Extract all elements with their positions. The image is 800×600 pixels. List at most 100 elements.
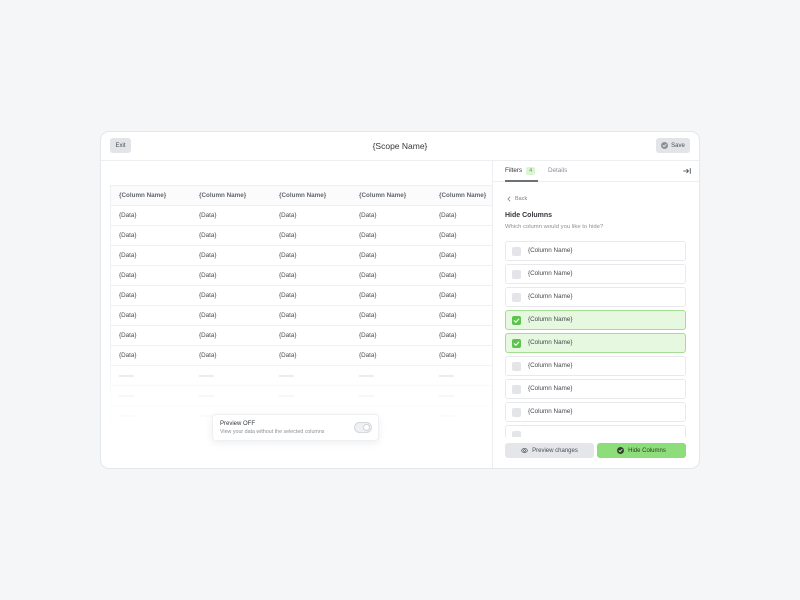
hide-columns-button[interactable]: Hide Columns [597, 443, 686, 458]
checkbox[interactable] [512, 384, 521, 394]
tab-details-label: Details [548, 167, 568, 174]
table-cell: {Data} [359, 212, 377, 219]
exit-button[interactable]: Exit [110, 138, 131, 153]
table-row: {Data} {Data} {Data} {Data} {Data} [111, 345, 492, 365]
scope-title: {Scope Name} [372, 141, 428, 151]
column-option[interactable]: {Column Name} [505, 310, 686, 330]
column-option[interactable]: {Column Name} [505, 379, 686, 399]
checkbox[interactable] [512, 407, 521, 417]
column-option-label: {Column Name} [528, 339, 573, 346]
skeleton-cell [111, 366, 191, 385]
column-option[interactable]: {Column Name} [505, 264, 686, 284]
checkbox[interactable] [512, 292, 521, 302]
preview-toggle[interactable] [354, 422, 372, 433]
table-cell: {Data} [119, 332, 137, 339]
checkbox[interactable] [512, 430, 521, 437]
column-header[interactable]: {Column Name} [191, 186, 271, 205]
checkbox[interactable] [512, 338, 521, 348]
column-header[interactable]: {Column Name} [271, 186, 351, 205]
dialog-header: Exit {Scope Name} Save [101, 132, 699, 161]
table-cell: {Data} [439, 252, 457, 259]
column-header[interactable]: {Column Name} [351, 186, 431, 205]
exit-button-label: Exit [115, 142, 126, 149]
table-cell: {Data} [279, 352, 297, 359]
table-row: {Data} {Data} {Data} {Data} {Data} [111, 245, 492, 265]
table-cell: {Data} [199, 252, 217, 259]
back-link[interactable]: Back [506, 194, 527, 203]
skeleton-cell [351, 366, 431, 385]
column-option[interactable]: {Column Name} [505, 287, 686, 307]
preview-changes-button[interactable]: Preview changes [505, 443, 594, 458]
table-cell: {Data} [359, 312, 377, 319]
table-row: {Data} {Data} {Data} {Data} {Data} [111, 285, 492, 305]
skeleton-line [439, 375, 454, 377]
skeleton-line [119, 415, 134, 417]
column-option[interactable]: {Column Name} [505, 241, 686, 261]
column-option[interactable]: {Column Name} [505, 356, 686, 376]
skeleton-line [199, 375, 214, 377]
column-option[interactable] [505, 425, 686, 437]
skeleton-cell [431, 366, 492, 385]
skeleton-line [279, 375, 294, 377]
table-cell: {Data} [199, 312, 217, 319]
column-header[interactable]: {Column Name} [111, 186, 191, 205]
checkbox[interactable] [512, 246, 521, 256]
skeleton-cell [271, 366, 351, 385]
table-cell: {Data} [199, 332, 217, 339]
column-option[interactable]: {Column Name} [505, 402, 686, 422]
column-option-label: {Column Name} [528, 408, 573, 415]
table-cell: {Data} [119, 272, 137, 279]
tab-filters-label: Filters [505, 167, 523, 174]
table-cell: {Data} [439, 212, 457, 219]
checkmark-icon [513, 318, 520, 323]
skeleton-line [439, 415, 454, 417]
table-cell: {Data} [279, 332, 297, 339]
check-circle-icon [661, 142, 669, 149]
column-checklist[interactable]: {Column Name} {Column Name} {Column Name} {… [505, 241, 686, 437]
skeleton-line [119, 395, 134, 397]
checkbox[interactable] [512, 269, 521, 279]
tab-filters[interactable]: Filters 4 [505, 161, 536, 181]
check-circle-icon [617, 447, 625, 454]
table-row: {Data} {Data} {Data} {Data} {Data} [111, 265, 492, 285]
skeleton-cell [431, 386, 492, 405]
table-cell: {Data} [279, 292, 297, 299]
table-cell: {Data} [439, 292, 457, 299]
table-cell: {Data} [359, 252, 377, 259]
save-button[interactable]: Save [656, 138, 690, 153]
skeleton-cell [111, 386, 191, 405]
table-row: {Data} {Data} {Data} {Data} {Data} [111, 205, 492, 225]
column-option[interactable]: {Column Name} [505, 333, 686, 353]
table-cell: {Data} [119, 232, 137, 239]
skeleton-line [439, 395, 454, 397]
table-header-row: {Column Name} {Column Name} {Column Name}{… [111, 185, 492, 205]
table-cell: {Data} [199, 212, 217, 219]
chevron-left-icon [507, 196, 511, 201]
table-cell: {Data} [279, 312, 297, 319]
skeleton-row [111, 365, 492, 385]
collapse-right-icon[interactable] [683, 167, 691, 175]
checkbox[interactable] [512, 361, 521, 371]
table-cell: {Data} [359, 232, 377, 239]
column-option-label: {Column Name} [528, 316, 573, 323]
table-row: {Data} {Data} {Data} {Data} {Data} [111, 225, 492, 245]
checkbox[interactable] [512, 315, 521, 325]
table-cell: {Data} [119, 292, 137, 299]
hide-columns-dialog: Exit {Scope Name} Save {Column Name} {Col… [100, 131, 700, 469]
table-cell: {Data} [199, 352, 217, 359]
skeleton-row [111, 385, 492, 405]
skeleton-cell [271, 386, 351, 405]
tab-details[interactable]: Details [548, 161, 567, 181]
back-label: Back [515, 195, 528, 202]
table-cell: {Data} [439, 352, 457, 359]
table-body: {Data} {Data} {Data} {Data} {Data} {Data} {Dat… [111, 205, 492, 425]
skeleton-cell [191, 366, 271, 385]
table-cell: {Data} [279, 272, 297, 279]
hide-columns-label: Hide Columns [628, 447, 666, 454]
column-header[interactable]: {Column Name} [431, 186, 492, 205]
column-option-label: {Column Name} [528, 362, 573, 369]
table-cell: {Data} [439, 272, 457, 279]
skeleton-line [199, 395, 214, 397]
table-cell: {Data} [199, 232, 217, 239]
table-cell: {Data} [439, 232, 457, 239]
